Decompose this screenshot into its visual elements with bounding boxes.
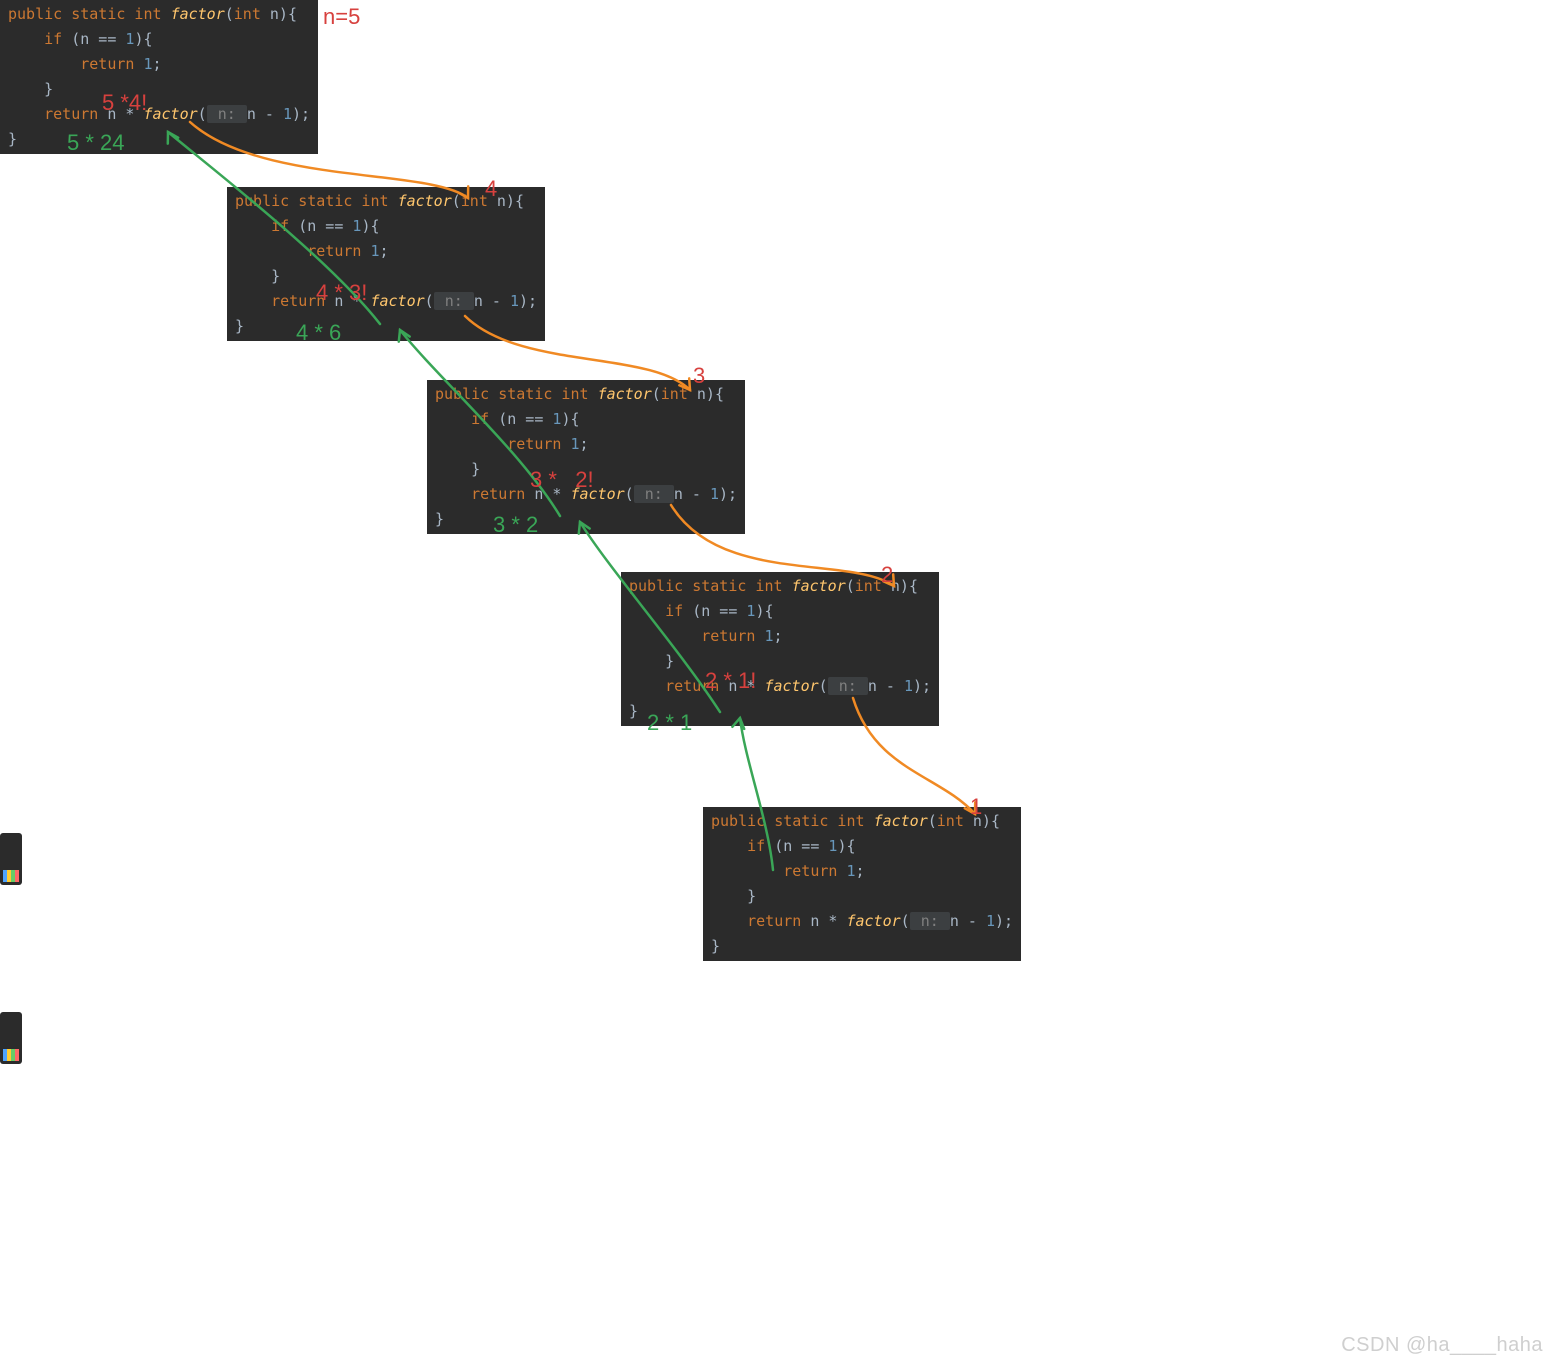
code-box-5: public static int factor(int n){ if (n =… bbox=[703, 807, 1021, 961]
code-box-4: public static int factor(int n){ if (n =… bbox=[621, 572, 939, 726]
annotation-green-2: 3 * 2 bbox=[493, 512, 538, 538]
annotation-red-5: 3 * 2! bbox=[530, 467, 594, 493]
annotation-red-0: n=5 bbox=[323, 4, 360, 30]
annotation-green-3: 2 * 1 bbox=[647, 710, 692, 736]
ide-side-widget bbox=[0, 833, 22, 885]
annotation-red-7: 2 * 1! bbox=[705, 668, 756, 694]
watermark: CSDN @ha____haha bbox=[1341, 1334, 1543, 1357]
annotation-red-3: 4 * 3! bbox=[316, 280, 367, 306]
annotation-red-4: 3 bbox=[693, 363, 705, 389]
diagram-stage: public static int factor(int n){ if (n =… bbox=[0, 0, 1553, 1371]
code-box-1: public static int factor(int n){ if (n =… bbox=[0, 0, 318, 154]
annotation-red-6: 2 bbox=[881, 562, 893, 588]
annotation-red-1: 5 *4! bbox=[102, 90, 147, 116]
code-box-2: public static int factor(int n){ if (n =… bbox=[227, 187, 545, 341]
ide-side-widget bbox=[0, 1012, 22, 1064]
annotation-red-8: 1 bbox=[970, 794, 982, 820]
code-box-3: public static int factor(int n){ if (n =… bbox=[427, 380, 745, 534]
annotation-red-2: 4 bbox=[485, 176, 497, 202]
annotation-green-0: 5 * 24 bbox=[67, 130, 125, 156]
annotation-green-1: 4 * 6 bbox=[296, 320, 341, 346]
